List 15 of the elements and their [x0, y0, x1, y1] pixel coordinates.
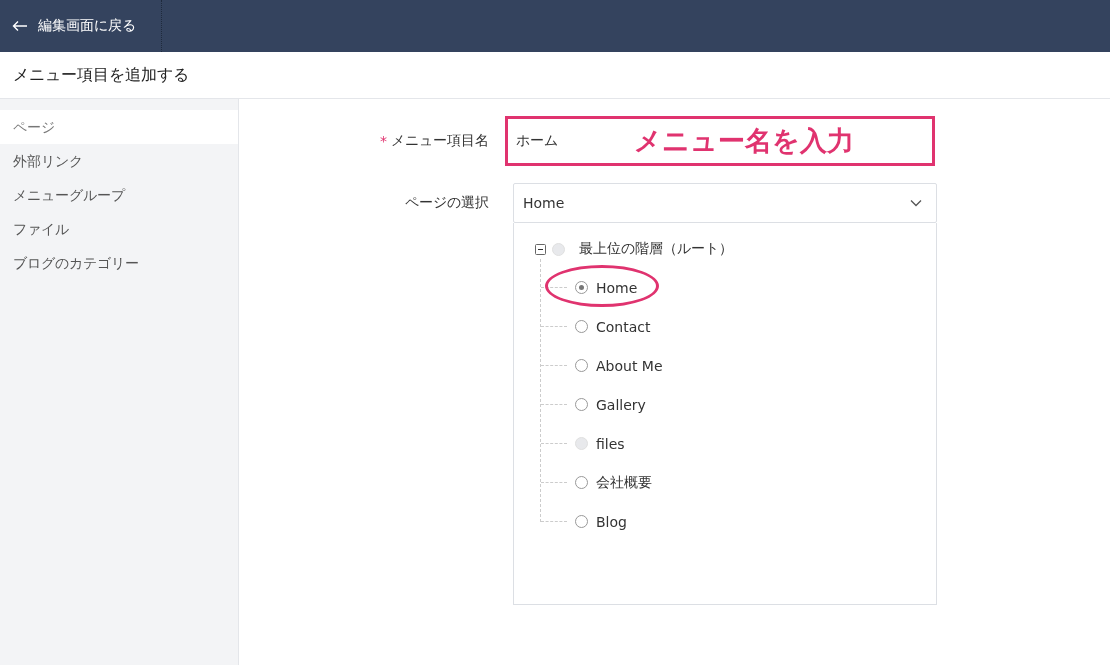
page-dropdown[interactable]: Home: [513, 183, 937, 223]
sidebar-item[interactable]: ファイル: [0, 212, 238, 246]
sidebar-item[interactable]: ページ: [0, 110, 238, 144]
sidebar-item[interactable]: ブログのカテゴリー: [0, 246, 238, 280]
required-asterisk: *: [380, 133, 387, 149]
back-button[interactable]: 編集画面に戻る: [0, 0, 162, 52]
menu-name-input[interactable]: ホーム: [508, 133, 626, 149]
field-label: メニュー項目名: [391, 132, 489, 150]
sidebar-item[interactable]: 外部リンク: [0, 144, 238, 178]
annotation-text: メニュー名を入力: [634, 124, 854, 158]
tree-item-label: 最上位の階層（ルート）: [579, 240, 733, 258]
page-title: メニュー項目を追加する: [13, 64, 189, 86]
sidebar-item[interactable]: メニューグループ: [0, 178, 238, 212]
arrow-left-icon: [12, 20, 28, 32]
field-label: ページの選択: [405, 194, 489, 212]
